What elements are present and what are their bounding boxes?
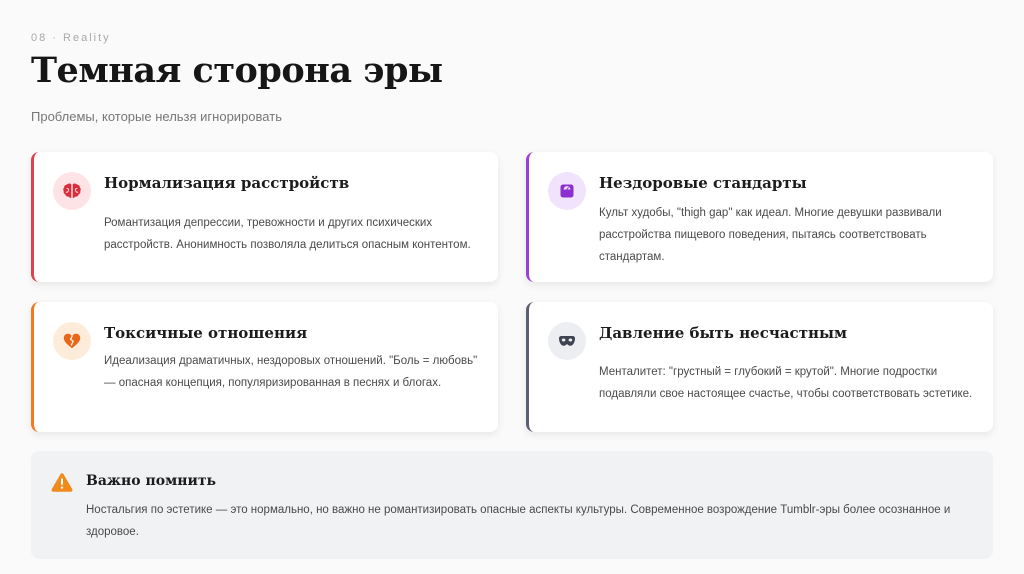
slide: 08 · Reality Темная сторона эры Проблемы… [0,0,1024,574]
card-disorders-normalization: Нормализация расстройств Романтизация де… [31,152,498,282]
notice-text: Ностальгия по эстетике — это нормально, … [86,504,951,538]
notice-title: Важно помнить [86,473,217,489]
card-unhealthy-standards: Нездоровые стандарты Культ худобы, "thig… [526,152,993,282]
mask-icon [548,322,586,360]
broken-heart-icon [53,322,91,360]
weight-scale-icon [548,172,586,210]
card-title: Токсичные отношения [104,324,308,342]
card-text: Менталитет: "грустный = глубокий = круто… [599,366,973,400]
card-toxic-relationships: Токсичные отношения Идеализация драматич… [31,302,498,432]
page-title: Темная сторона эры [31,50,443,91]
important-notice: Важно помнить Ностальгия по эстетике — э… [31,451,993,559]
section-label: 08 · Reality [31,32,111,44]
card-text: Идеализация драматичных, нездоровых отно… [104,355,478,389]
warning-icon [51,472,73,494]
brain-icon [53,172,91,210]
card-text: Романтизация депрессии, тревожности и др… [104,217,471,251]
page-subtitle: Проблемы, которые нельзя игнорировать [31,109,282,124]
card-text: Культ худобы, "thigh gap" как идеал. Мно… [599,207,942,263]
card-title: Давление быть несчастным [599,324,848,342]
card-title: Нормализация расстройств [104,174,350,192]
card-pressure-to-be-unhappy: Давление быть несчастным Менталитет: "гр… [526,302,993,432]
card-title: Нездоровые стандарты [599,174,807,192]
